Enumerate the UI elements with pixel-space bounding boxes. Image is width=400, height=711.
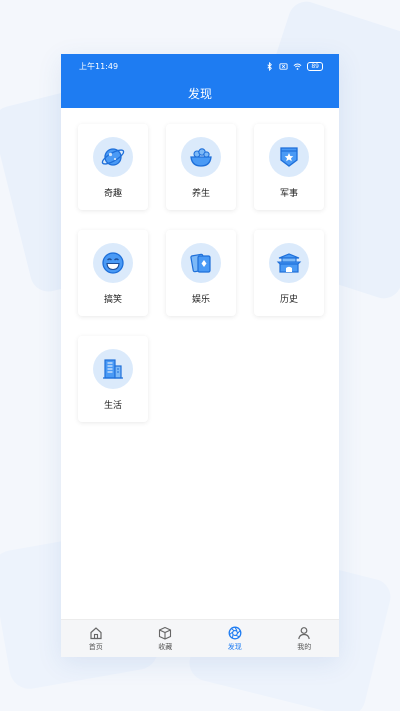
military-badge-icon bbox=[269, 137, 309, 177]
playing-cards-icon bbox=[181, 243, 221, 283]
category-label: 历史 bbox=[279, 295, 298, 305]
person-icon bbox=[298, 626, 311, 639]
category-label: 养生 bbox=[191, 189, 210, 199]
category-label: 生活 bbox=[103, 401, 122, 411]
home-icon bbox=[90, 626, 102, 639]
laughing-face-icon bbox=[93, 243, 133, 283]
salad-bowl-icon bbox=[181, 137, 221, 177]
status-bar: 上午11:49 89 bbox=[61, 54, 339, 78]
planet-icon bbox=[93, 137, 133, 177]
tab-favorites[interactable]: 收藏 bbox=[135, 626, 195, 652]
gate-tower-icon bbox=[269, 243, 309, 283]
category-label: 军事 bbox=[279, 189, 298, 199]
tab-discover[interactable]: 发现 bbox=[205, 626, 265, 652]
category-card-junshi[interactable]: 军事 bbox=[254, 124, 324, 210]
category-label: 搞笑 bbox=[103, 295, 122, 305]
phone-screen: 上午11:49 89 发现 奇趣 养生 军事 搞笑 娱乐 历史 生活 首页 收藏… bbox=[61, 54, 339, 657]
status-icons: 89 bbox=[265, 61, 323, 71]
category-card-shenghuo[interactable]: 生活 bbox=[78, 336, 148, 422]
category-grid: 奇趣 养生 军事 搞笑 娱乐 历史 生活 bbox=[61, 108, 339, 422]
category-label: 娱乐 bbox=[191, 295, 210, 305]
tab-home[interactable]: 首页 bbox=[66, 626, 126, 652]
wifi-icon bbox=[293, 63, 302, 70]
category-label: 奇趣 bbox=[103, 189, 122, 199]
tab-label: 收藏 bbox=[158, 642, 173, 651]
aperture-icon bbox=[228, 626, 242, 639]
tab-mine[interactable]: 我的 bbox=[274, 626, 334, 652]
battery-indicator: 89 bbox=[307, 61, 323, 71]
category-card-yangsheng[interactable]: 养生 bbox=[166, 124, 236, 210]
bluetooth-icon bbox=[267, 61, 273, 71]
buildings-icon bbox=[93, 349, 133, 389]
tab-label: 我的 bbox=[297, 642, 312, 651]
page-title: 发现 bbox=[187, 86, 212, 101]
category-card-lishi[interactable]: 历史 bbox=[254, 230, 324, 316]
category-card-gaoxiao[interactable]: 搞笑 bbox=[78, 230, 148, 316]
category-card-qiqu[interactable]: 奇趣 bbox=[78, 124, 148, 210]
status-time: 上午11:49 bbox=[79, 61, 119, 71]
box-icon bbox=[159, 626, 172, 640]
category-card-yule[interactable]: 娱乐 bbox=[166, 230, 236, 316]
tab-label: 首页 bbox=[88, 642, 103, 651]
bottom-tab-bar: 首页 收藏 发现 我的 bbox=[61, 619, 339, 657]
page-header: 发现 bbox=[61, 78, 339, 108]
no-sim-icon bbox=[279, 62, 288, 70]
tab-label: 发现 bbox=[227, 642, 242, 651]
